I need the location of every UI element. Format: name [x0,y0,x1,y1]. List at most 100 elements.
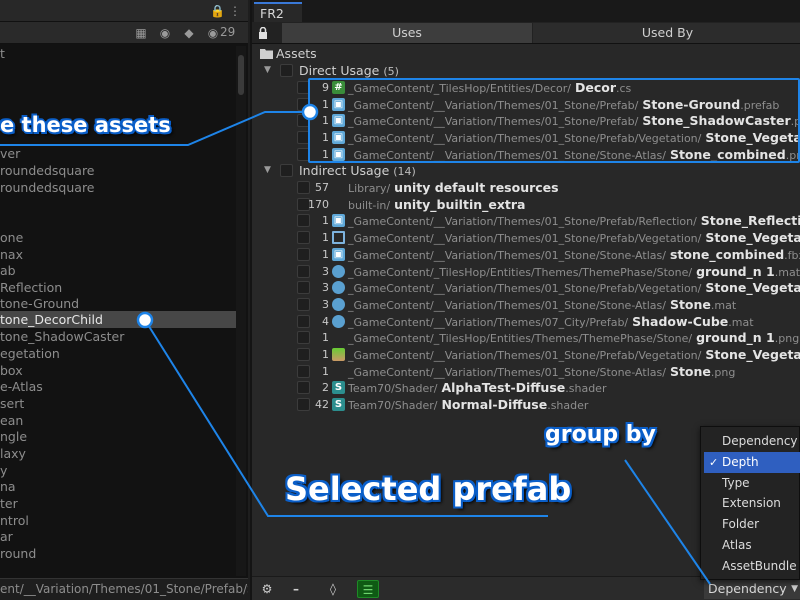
hierarchy-item[interactable]: ntrol [0,512,29,529]
annotation-selected-prefab: Selected prefab [285,470,572,508]
eye-icon[interactable]: ◉ [206,26,220,40]
usage-count: 2 [322,381,329,395]
indirect-asset-row[interactable]: 1 _GameContent/_TilesHop/Entities/Themes/… [252,329,800,346]
hierarchy-item[interactable]: nax [0,246,23,263]
hierarchy-item[interactable]: ean [0,412,23,429]
indirect-asset-row[interactable]: 4 _GameContent/__Variation/Themes/07_City… [252,313,800,330]
lock-icon[interactable]: 🔒 [210,4,225,18]
indirect-asset-row[interactable]: 2 S Team70/Shader/AlphaTest-Diffuse.shader [252,379,800,396]
hierarchy-item[interactable]: ab [0,262,16,279]
menu-icon[interactable]: ⋮ [228,4,242,18]
indirect-asset-row[interactable]: 1 ▣ _GameContent/__Variation/Themes/01_Sto… [252,246,800,263]
indirect-asset-row[interactable]: 170 built-in/unity_builtin_extra [252,196,800,213]
remove-button[interactable]: – [285,580,307,598]
settings-gear-icon[interactable]: ⚙ [256,580,278,598]
asset-path: _GameContent/__Variation/Themes/07_City/… [348,313,754,331]
direct-usage-header[interactable]: ▼ Direct Usage (5) [252,62,800,79]
caret-down-icon[interactable]: ▼ [264,162,271,179]
hierarchy-scrollbar-thumb[interactable] [238,55,244,95]
hierarchy-item[interactable]: laxy [0,445,26,462]
indirect-asset-row[interactable]: 1 _GameContent/__Variation/Themes/01_Ston… [252,363,800,380]
hierarchy-item-selected[interactable]: tone_DecorChild [0,311,236,328]
tag-icon[interactable]: ◆ [182,26,196,40]
indirect-asset-row[interactable]: 3 _GameContent/__Variation/Themes/01_Ston… [252,296,800,313]
asset-folder-path: _GameContent/__Variation/Themes/07_City/… [348,315,629,329]
hierarchy-item[interactable]: Reflection [0,279,62,296]
direct-usage-label: Direct Usage [299,63,380,78]
usage-count: 3 [322,264,329,278]
assets-root-row[interactable]: Assets [252,45,800,62]
hierarchy-item[interactable]: e-Atlas [0,378,43,395]
usage-count: 1 [322,348,329,361]
shader-file-icon: S [332,398,345,412]
indirect-asset-row[interactable]: 1 ▣ _GameContent/__Variation/Themes/01_Sto… [252,212,800,229]
direct-usage-checkbox[interactable] [280,64,293,77]
hierarchy-scrollbar[interactable] [236,46,246,576]
tab-used-by[interactable]: Used By [533,23,800,43]
group-by-option-label: Extension [722,496,781,511]
hierarchy-item[interactable]: tone_ShadowCaster [0,328,124,345]
indirect-usage-header[interactable]: ▼ Indirect Usage (14) [252,162,800,179]
usage-count: 1 [322,364,329,378]
hierarchy-item[interactable]: ar [0,528,13,545]
hierarchy-item[interactable]: one [0,229,23,246]
group-by-select[interactable]: Dependency ▼ [704,579,800,599]
hierarchy-item[interactable]: t [0,45,5,62]
hierarchy-item[interactable]: na [0,478,16,495]
asset-folder-path: _GameContent/__Variation/Themes/01_Stone… [348,349,702,362]
fr2-window-tab[interactable]: FR2 [254,2,302,22]
fbx-file-icon [332,231,345,245]
asset-path: _GameContent/_TilesHop/Entities/Themes/T… [348,263,800,281]
indirect-asset-row[interactable]: 1 _GameContent/__Variation/Themes/01_Ston… [252,229,800,246]
group-by-option-extension[interactable]: Extension [704,493,800,514]
hierarchy-item[interactable]: ter [0,495,18,512]
list-view-icon[interactable]: ☰ [357,580,379,598]
indirect-asset-row[interactable]: 3 _GameContent/__Variation/Themes/01_Ston… [252,279,800,296]
hierarchy-item[interactable]: round [0,545,36,562]
group-by-option-depth[interactable]: ✓ Depth [704,451,800,473]
group-by-option-atlas[interactable]: Atlas [704,535,800,556]
group-by-option-folder[interactable]: Folder [704,514,800,535]
asset-path: Team70/Shader/AlphaTest-Diffuse.shader [348,379,606,397]
tab-uses[interactable]: Uses [282,23,532,43]
indirect-asset-row[interactable]: 57 Library/unity default resources [252,179,800,196]
hierarchy-item[interactable]: box [0,362,23,379]
asset-folder-path: Team70/Shader/ [348,382,438,396]
hierarchy-item[interactable]: sert [0,395,24,412]
annotation-group-by: group by [545,422,656,447]
lock-icon[interactable] [258,27,268,39]
asset-folder-path: Library/ [348,182,391,195]
hierarchy-item[interactable]: y [0,462,7,479]
hierarchy-item[interactable]: roundedsquare [0,162,95,179]
asset-name: Stone_Vegetation [705,230,800,246]
asset-extension: .fbx [784,248,800,262]
hierarchy-item[interactable]: roundedsquare [0,179,95,196]
asset-folder-path: _GameContent/_TilesHop/Entities/Themes/T… [348,332,693,346]
asset-path: built-in/unity_builtin_extra [348,196,526,214]
visibility-toggle-icon[interactable]: ◉ [158,26,172,40]
indirect-asset-row[interactable]: 3 _GameContent/_TilesHop/Entities/Themes/… [252,263,800,280]
asset-path: _GameContent/__Variation/Themes/01_Stone… [348,363,735,381]
asset-extension: .mat [774,265,800,279]
asset-path: _GameContent/_TilesHop/Entities/Themes/T… [348,329,799,347]
group-by-option-label: Dependency [722,434,798,448]
indirect-usage-checkbox[interactable] [280,164,293,177]
layout-icon[interactable]: ▦ [134,26,148,40]
usage-count: 1 [322,231,329,245]
group-by-option-assetbundle[interactable]: AssetBundle [704,556,800,577]
asset-name: Stone [669,363,711,379]
usage-count: 1 [322,214,329,228]
indirect-asset-row[interactable]: 1 _GameContent/__Variation/Themes/01_Ston… [252,346,800,363]
hierarchy-item[interactable]: tone-Ground [0,295,79,312]
asset-name: ground_n 1 [696,263,775,279]
hierarchy-item[interactable]: ngle [0,428,27,445]
hierarchy-item[interactable]: egetation [0,345,60,362]
hierarchy-item[interactable]: ver [0,145,20,162]
indirect-asset-row[interactable]: 42 S Team70/Shader/Normal-Diffuse.shader [252,396,800,413]
group-by-option-dependency[interactable]: Dependency [704,431,800,452]
asset-path: _GameContent/__Variation/Themes/01_Stone… [348,279,800,297]
layers-icon[interactable]: ◊ [322,580,344,598]
group-by-dropdown-menu: Dependency ✓ Depth Type Extension Folder Atlas… [700,426,800,580]
group-by-option-type[interactable]: Type [704,473,800,494]
caret-down-icon[interactable]: ▼ [264,62,271,79]
